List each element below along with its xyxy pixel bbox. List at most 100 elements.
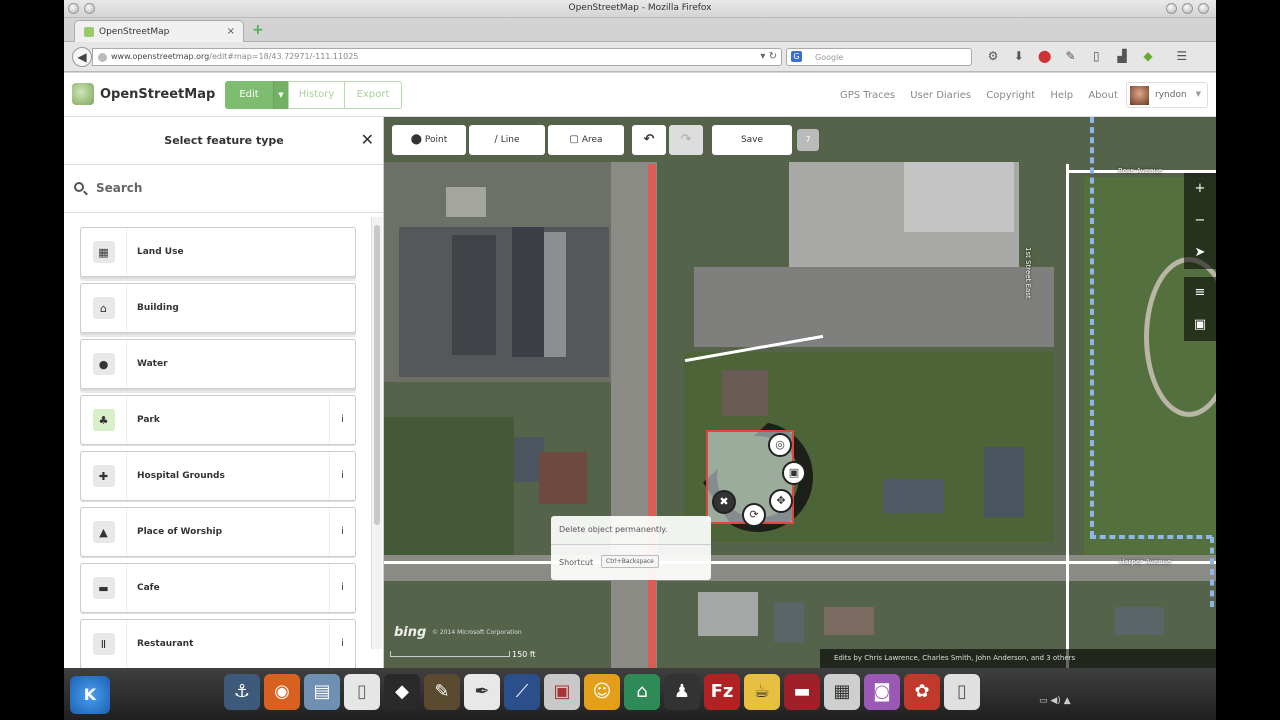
chat-icon[interactable]: ✿: [904, 674, 940, 710]
download-icon[interactable]: ⬇: [1008, 49, 1030, 63]
preset-item[interactable]: ✚ Hospital Grounds i: [80, 451, 356, 501]
battery-icon[interactable]: ▭: [1039, 696, 1048, 706]
preset-item[interactable]: ● Water: [80, 339, 356, 389]
delete-icon[interactable]: ✖: [712, 490, 736, 514]
kde-menu-icon[interactable]: K: [70, 676, 110, 714]
tray-arrow-icon[interactable]: ▲: [1064, 696, 1071, 706]
inkscape-icon[interactable]: ◆: [384, 674, 420, 710]
street-label: Harper Avenue: [1119, 558, 1172, 566]
close-tab-icon[interactable]: ×: [227, 26, 235, 37]
user-diaries-link[interactable]: User Diaries: [910, 90, 971, 101]
text-editor-icon[interactable]: ✒: [464, 674, 500, 710]
bing-logo[interactable]: bing: [394, 625, 426, 640]
add-point-button[interactable]: ⬤ Point: [392, 125, 466, 155]
map-data-icon[interactable]: ▣: [1184, 309, 1216, 341]
zoom-in-button[interactable]: +: [1184, 173, 1216, 205]
preset-search[interactable]: Search: [64, 165, 383, 213]
calculator-icon[interactable]: ▦: [824, 674, 860, 710]
minimize-button[interactable]: [1166, 3, 1177, 14]
new-tab-icon[interactable]: +: [252, 22, 264, 38]
redo-button[interactable]: ↷: [669, 125, 703, 155]
reload-icon[interactable]: ▾ ↻: [760, 51, 777, 62]
geolocate-icon[interactable]: ➤: [1184, 237, 1216, 269]
addon-icon[interactable]: ⚙: [982, 49, 1004, 63]
teapot-icon[interactable]: ☕: [744, 674, 780, 710]
clipboard-icon[interactable]: ▯: [1085, 49, 1107, 63]
gps-traces-link[interactable]: GPS Traces: [840, 90, 895, 101]
search-engine-icon[interactable]: G: [791, 51, 802, 62]
menu-icon[interactable]: ☰: [1171, 49, 1193, 63]
info-icon[interactable]: i: [329, 452, 355, 500]
zoom-out-button[interactable]: −: [1184, 205, 1216, 237]
save-button[interactable]: Save: [712, 125, 792, 155]
file-manager-icon[interactable]: ▤: [304, 674, 340, 710]
preset-item[interactable]: ⌂ Building: [80, 283, 356, 333]
sidebar-scrollbar[interactable]: [371, 217, 382, 649]
orthogonalize-icon[interactable]: ▣: [782, 461, 806, 485]
adblock-icon[interactable]: ⬤: [1034, 49, 1056, 63]
notes-icon[interactable]: ▯: [944, 674, 980, 710]
history-button[interactable]: History: [288, 81, 345, 109]
highlighted-road-line[interactable]: [648, 164, 656, 668]
map-canvas[interactable]: Ross Avenue 1st Street East Harper Avenu…: [384, 117, 1216, 668]
josm-icon[interactable]: ⟋: [504, 674, 540, 710]
preset-item[interactable]: ▦ Land Use: [80, 227, 356, 277]
info-icon[interactable]: i: [329, 564, 355, 612]
url-bar[interactable]: www.openstreetmap.org/edit#map=18/43.729…: [92, 48, 782, 66]
osm-logo-icon[interactable]: [72, 83, 94, 105]
copyright-link[interactable]: Copyright: [986, 90, 1035, 101]
circularize-icon[interactable]: ◎: [768, 433, 792, 457]
greasemonkey-icon[interactable]: ◆: [1137, 49, 1159, 63]
tux-icon[interactable]: ♟: [664, 674, 700, 710]
info-icon[interactable]: i: [329, 396, 355, 444]
edit-button[interactable]: Edit: [225, 81, 273, 109]
close-window-button[interactable]: [1198, 3, 1209, 14]
undo-button[interactable]: ↶: [632, 125, 666, 155]
chevron-down-icon: ▼: [1195, 90, 1201, 98]
help-link[interactable]: Help: [1050, 90, 1073, 101]
maximize-button[interactable]: [1182, 3, 1193, 14]
export-button[interactable]: Export: [345, 81, 402, 109]
add-line-button[interactable]: ∕ Line: [469, 125, 545, 155]
search-bar[interactable]: G Google: [786, 48, 972, 66]
gimp-icon[interactable]: ✎: [424, 674, 460, 710]
building-roof: [698, 592, 758, 636]
osm-brand[interactable]: OpenStreetMap: [100, 87, 215, 102]
chart-icon[interactable]: ▟: [1111, 49, 1133, 63]
screenshot-icon[interactable]: ▣: [544, 674, 580, 710]
scrollbar-thumb[interactable]: [374, 225, 380, 525]
extension-icon[interactable]: ✎: [1059, 49, 1081, 63]
search-input[interactable]: Search: [96, 181, 142, 195]
firefox-icon[interactable]: ◉: [264, 674, 300, 710]
site-identity-icon[interactable]: [98, 53, 107, 62]
network-icon[interactable]: ⌂: [624, 674, 660, 710]
tab-openstreetmap[interactable]: OpenStreetMap ×: [74, 20, 244, 42]
first-street-line: [1066, 164, 1069, 668]
preset-item[interactable]: ▬ Cafe i: [80, 563, 356, 613]
preset-item[interactable]: Ⅱ Restaurant i: [80, 619, 356, 668]
water-icon: ●: [92, 353, 115, 375]
info-icon[interactable]: i: [329, 620, 355, 668]
nav-toolbar: ◀ www.openstreetmap.org/edit#map=18/43.7…: [64, 42, 1216, 72]
edit-dropdown-icon[interactable]: ▼: [273, 81, 288, 109]
back-button[interactable]: ◀: [72, 47, 92, 67]
camera-icon[interactable]: ◙: [864, 674, 900, 710]
preset-label: Building: [137, 303, 179, 313]
info-icon[interactable]: i: [329, 508, 355, 556]
about-link[interactable]: About: [1088, 90, 1118, 101]
user-menu[interactable]: ryndon ▼: [1126, 82, 1208, 108]
close-icon[interactable]: ✕: [361, 130, 374, 149]
presentation-icon[interactable]: ▬: [784, 674, 820, 710]
preset-item[interactable]: ♣ Park i: [80, 395, 356, 445]
document-icon[interactable]: ▯: [344, 674, 380, 710]
move-icon[interactable]: ✥: [769, 489, 793, 513]
filezilla-icon[interactable]: Fz: [704, 674, 740, 710]
anchor-app-icon[interactable]: ⚓: [224, 674, 260, 710]
add-area-button[interactable]: ▢ Area: [548, 125, 624, 155]
preset-item[interactable]: ▲ Place of Worship i: [80, 507, 356, 557]
rotate-icon[interactable]: ⟳: [742, 503, 766, 527]
volume-icon[interactable]: ◀): [1050, 696, 1060, 706]
layers-icon[interactable]: ≡: [1184, 277, 1216, 309]
audio-icon[interactable]: ☺: [584, 674, 620, 710]
tooltip-title: Delete object permanently.: [559, 525, 668, 534]
